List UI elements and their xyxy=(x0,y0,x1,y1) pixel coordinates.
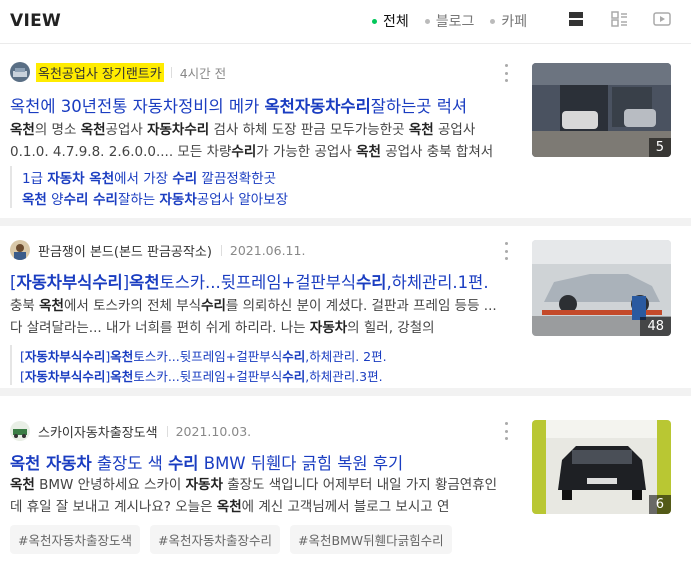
hashtag[interactable]: #옥천자동차출장수리 xyxy=(149,525,280,554)
result-description: 옥천의 명소 옥천공업사 자동차수리 검사 하체 도장 판금 모두가능한곳 옥천… xyxy=(10,122,494,160)
result-item: 스카이자동차출장도색 2021.10.03. 옥천 자동차 출장도 색 수리 B… xyxy=(0,396,691,562)
divider xyxy=(166,425,168,437)
hashtag-list: #옥천자동차출장도색 #옥천자동차출장수리 #옥천BMW뒤휀다긁힘수리 xyxy=(10,525,452,554)
filter-blog-label: 블로그 xyxy=(435,14,475,30)
result-item: 판금쟁이 본드(본드 판금공작소) 2021.06.11. [자동차부식수리]옥… xyxy=(0,226,691,396)
more-options-icon[interactable] xyxy=(503,64,509,82)
view-header: VIEW 전체 블로그 카페 xyxy=(0,0,691,44)
result-meta: 스카이자동차출장도색 2021.10.03. xyxy=(10,421,251,441)
filter-cafe-label: 카페 xyxy=(501,14,528,30)
dot-icon xyxy=(490,18,496,24)
image-count: 48 xyxy=(640,317,671,336)
result-item: 옥천공업사 장기랜트카 4시간 전 옥천에 30년전통 자동차정비의 메카 옥천… xyxy=(0,45,691,226)
divider xyxy=(170,66,172,78)
result-thumbnail[interactable]: 48 xyxy=(532,240,671,336)
post-time: 2021.10.03. xyxy=(175,423,252,439)
filter-tabs: 전체 블로그 카페 xyxy=(372,11,527,31)
image-count: 5 xyxy=(648,138,671,157)
video-view-icon[interactable] xyxy=(652,9,672,29)
divider xyxy=(220,244,222,256)
related-link[interactable]: [자동차부식수리]옥천토스카...뒷프레임+걸판부식수리,하체관리.3편. xyxy=(20,366,383,385)
result-title[interactable]: [자동차부식수리]옥천토스카...뒷프레임+걸판부식수리,하체관리.1편. xyxy=(10,269,510,293)
hashtag[interactable]: #옥천자동차출장도색 xyxy=(10,525,140,554)
result-description: 충북 옥천에서 토스카의 전체 부식수리를 의뢰하신 분이 계셨다. 걸판과 프… xyxy=(10,298,497,336)
more-options-icon[interactable] xyxy=(503,422,509,440)
filter-cafe[interactable]: 카페 xyxy=(490,11,527,31)
more-options-icon[interactable] xyxy=(503,242,509,260)
related-links: 1급 자동차 옥천에서 가장 수리 깔끔정확한곳 옥천 양수리 수리잘하는 자동… xyxy=(10,166,502,208)
post-time: 2021.06.11. xyxy=(229,242,306,258)
author-name[interactable]: 판금쟁이 본드(본드 판금공작소) xyxy=(36,241,214,260)
image-count: 6 xyxy=(648,495,671,514)
filter-all[interactable]: 전체 xyxy=(372,11,409,31)
avatar[interactable] xyxy=(10,62,30,82)
view-mode-toggle xyxy=(566,9,672,29)
result-thumbnail[interactable]: 5 xyxy=(532,63,671,157)
result-meta: 판금쟁이 본드(본드 판금공작소) 2021.06.11. xyxy=(10,240,305,260)
dot-icon xyxy=(424,18,430,24)
avatar[interactable] xyxy=(10,421,30,441)
related-link[interactable]: [자동차부식수리]옥천토스카...뒷프레임+걸판부식수리,하체관리. 2편. xyxy=(20,346,387,365)
related-link[interactable]: 1급 자동차 옥천에서 가장 수리 깔끔정확한곳 xyxy=(22,167,276,187)
related-links: [자동차부식수리]옥천토스카...뒷프레임+걸판부식수리,하체관리. 2편. [… xyxy=(10,345,502,385)
author-name[interactable]: 스카이자동차출장도색 xyxy=(36,422,160,441)
section-title: VIEW xyxy=(10,11,62,31)
filter-blog[interactable]: 블로그 xyxy=(424,11,475,31)
avatar[interactable] xyxy=(10,240,30,260)
hashtag[interactable]: #옥천BMW뒤휀다긁힘수리 xyxy=(289,525,452,554)
result-thumbnail[interactable]: 6 xyxy=(532,420,671,514)
result-meta: 옥천공업사 장기랜트카 4시간 전 xyxy=(10,62,226,82)
list-view-icon[interactable] xyxy=(566,9,586,29)
filter-all-label: 전체 xyxy=(383,14,409,30)
result-description: 옥천 BMW 안녕하세요 스카이 자동차 출장도 색입니다 어제부터 내일 가지… xyxy=(10,477,498,515)
active-dot-icon xyxy=(372,18,377,24)
result-title[interactable]: 옥천에 30년전통 자동차정비의 메카 옥천자동차수리잘하는곳 럭셔 xyxy=(10,93,510,117)
author-name[interactable]: 옥천공업사 장기랜트카 xyxy=(36,62,164,82)
grid-view-icon[interactable] xyxy=(609,9,629,29)
post-time: 4시간 전 xyxy=(179,65,227,81)
result-title[interactable]: 옥천 자동차 출장도 색 수리 BMW 뒤휀다 긁힘 복원 후기 xyxy=(10,450,510,474)
related-link[interactable]: 옥천 양수리 수리잘하는 자동차공업사 알아보장 xyxy=(22,188,288,208)
